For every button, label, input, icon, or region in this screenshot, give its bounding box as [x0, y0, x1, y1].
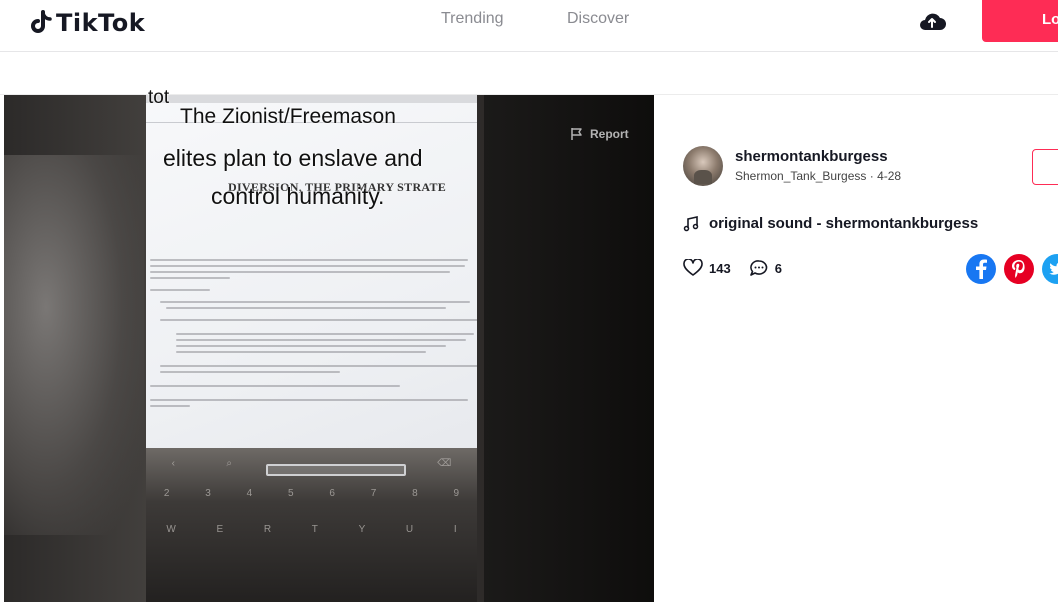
document-line: [166, 307, 446, 309]
backdrop-blur: [4, 155, 144, 535]
like-button[interactable]: 143: [683, 259, 731, 277]
tiktok-note-icon: [31, 10, 52, 33]
pinterest-icon: [1012, 260, 1025, 278]
facebook-icon: [976, 259, 987, 279]
video-overlay-text: elites plan to enslave and: [163, 145, 423, 171]
document-line: [160, 371, 340, 373]
twitter-share-button[interactable]: [1042, 254, 1058, 284]
comment-count: 6: [774, 260, 782, 276]
pinterest-share-button[interactable]: [1004, 254, 1034, 284]
backdrop-shade: [484, 95, 654, 602]
document-line: [150, 271, 450, 273]
comment-button[interactable]: 6: [749, 259, 782, 277]
document-line: [150, 385, 400, 387]
music-label: original sound - shermontankburgess: [709, 215, 979, 232]
engagement-stats: 143 6: [683, 259, 800, 277]
keyboard-row: 23456789: [163, 488, 460, 499]
upload-icon[interactable]: [917, 12, 947, 32]
heart-icon: [683, 259, 703, 276]
document-line: [176, 351, 426, 353]
like-count: 143: [709, 260, 731, 276]
follow-button[interactable]: [1032, 149, 1058, 185]
music-note-icon: [683, 215, 699, 231]
nav-discover[interactable]: Discover: [567, 10, 629, 28]
video-overlay-text: The Zionist/Freemason: [180, 105, 396, 128]
login-button[interactable]: Lo: [982, 0, 1058, 42]
comment-icon: [749, 260, 767, 276]
logo-text: TikTok: [56, 9, 146, 37]
document-line: [160, 365, 477, 367]
music-link[interactable]: original sound - shermontankburgess: [683, 215, 978, 232]
author-username[interactable]: shermontankburgess: [735, 148, 888, 165]
top-header: TikTok Trending Discover Lo: [0, 0, 1058, 52]
video-overlay-text: tot: [148, 87, 170, 108]
document-line: [160, 301, 470, 303]
twitter-icon: [1049, 262, 1058, 275]
report-label: Report: [590, 127, 629, 141]
keyboard-touchbar: [266, 464, 406, 476]
video-overlay-text: control humanity.: [211, 183, 385, 209]
document-line: [150, 405, 190, 407]
login-label: Lo: [1042, 11, 1058, 28]
flag-icon: [571, 128, 582, 140]
report-button[interactable]: Report: [570, 127, 629, 141]
document-line: [150, 399, 468, 401]
document-line: [176, 333, 474, 335]
document-line: [150, 259, 468, 261]
keyboard-in-video: ‹ ⌕ ⌫ 23456789 WERTYUI: [146, 448, 477, 602]
author-nickname-date: Shermon_Tank_Burgess · 4-28: [735, 169, 902, 183]
nav-trending[interactable]: Trending: [441, 10, 504, 28]
avatar[interactable]: [683, 146, 723, 186]
document-line: [176, 345, 446, 347]
share-buttons: [966, 254, 1058, 284]
facebook-share-button[interactable]: [966, 254, 996, 284]
keyboard-row: WERTYUI: [166, 524, 457, 535]
document-line: [150, 277, 230, 279]
document-line: [160, 319, 477, 321]
document-line: [150, 265, 465, 267]
document-line: [150, 289, 210, 291]
document-line: [176, 339, 466, 341]
tiktok-logo[interactable]: TikTok: [30, 8, 145, 38]
